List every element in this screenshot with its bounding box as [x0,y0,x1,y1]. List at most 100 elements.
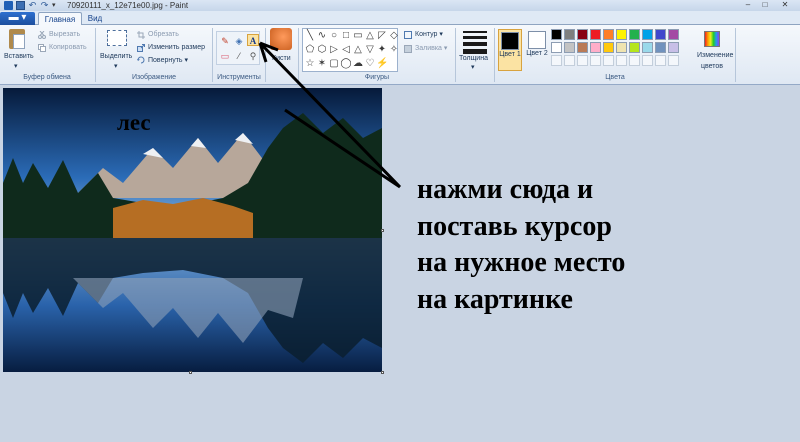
line-shape-icon[interactable]: ╲ [304,30,316,42]
palette-swatch[interactable] [655,42,666,53]
callout-oval-shape-icon[interactable]: ◯ [340,58,352,70]
palette-swatch[interactable] [655,29,666,40]
palette-swatch[interactable] [603,42,614,53]
palette-swatch[interactable] [642,29,653,40]
size-button[interactable]: Толщина [459,55,488,62]
paste-button[interactable]: Вставить [4,53,34,60]
select-button[interactable]: Выделить [100,53,132,60]
maximize-button[interactable]: □ [757,0,773,9]
palette-swatch[interactable] [668,29,679,40]
edit-colors-button[interactable]: Изменение цветов [697,29,733,71]
palette-swatch[interactable] [564,42,575,53]
lightning-shape-icon[interactable]: ⚡ [376,58,388,70]
fill-button[interactable]: Заливка ▾ [415,44,447,52]
resize-handle-right[interactable] [381,229,384,232]
select-dropdown-arrow[interactable]: ▾ [114,62,118,70]
color1-label: Цвет 1 [499,51,521,58]
resize-button[interactable]: Изменить размер [148,44,205,51]
tools-panel: ✎ ◈ A ▭ ⁄ ⚲ [216,31,260,65]
palette-swatch[interactable] [603,29,614,40]
oval-shape-icon[interactable]: ○ [328,30,340,42]
custom-color-slot[interactable] [590,55,601,66]
copy-button[interactable]: Копировать [49,44,87,51]
brush-icon[interactable] [270,28,292,50]
custom-color-slot[interactable] [655,55,666,66]
palette-swatch[interactable] [577,29,588,40]
palette-swatch[interactable] [590,29,601,40]
resize-handle-bottom[interactable] [189,371,192,374]
palette-swatch[interactable] [577,42,588,53]
save-icon[interactable] [16,1,25,10]
edit-colors-label: Изменение цветов [697,52,734,70]
up-arrow-shape-icon[interactable]: △ [352,44,364,56]
magnifier-icon[interactable]: ⚲ [247,50,259,62]
custom-color-slot[interactable] [577,55,588,66]
custom-color-slot[interactable] [668,55,679,66]
curve-shape-icon[interactable]: ∿ [316,30,328,42]
brushes-button[interactable]: Кисти [272,55,291,62]
five-point-star-shape-icon[interactable]: ✧ [388,44,400,56]
palette-swatch[interactable] [551,29,562,40]
custom-color-slot[interactable] [629,55,640,66]
diamond-shape-icon[interactable]: ◇ [388,30,400,42]
down-arrow-shape-icon[interactable]: ▽ [364,44,376,56]
palette-swatch[interactable] [616,42,627,53]
size-dropdown-arrow[interactable]: ▾ [471,63,475,71]
paste-icon[interactable] [9,29,25,49]
paste-dropdown-arrow[interactable]: ▾ [14,62,18,70]
pencil-icon[interactable]: ✎ [219,35,231,47]
pentagon-shape-icon[interactable]: ⬠ [304,44,316,56]
text-tool-icon[interactable]: A [247,34,259,46]
forest-lake-picture[interactable] [3,88,382,372]
palette-swatch[interactable] [642,42,653,53]
palette-swatch[interactable] [564,29,575,40]
redo-icon[interactable]: ↷ [40,1,49,10]
callout-rectangle-shape-icon[interactable]: ▢ [328,58,340,70]
canvas-area[interactable]: лес нажми сюда и поставь курсор на нужно… [0,86,800,442]
eraser-icon[interactable]: ▭ [219,50,231,62]
palette-swatch[interactable] [616,29,627,40]
polygon-shape-icon[interactable]: △ [364,30,376,42]
palette-swatch[interactable] [590,42,601,53]
color1-button[interactable]: Цвет 1 [498,29,522,71]
custom-color-slot[interactable] [551,55,562,66]
paint-menu-button[interactable]: ▬ ▾ [0,12,35,25]
palette-swatch[interactable] [668,42,679,53]
close-button[interactable]: ✕ [774,0,796,9]
undo-icon[interactable]: ↶ [28,1,37,10]
rotate-button[interactable]: Повернуть ▾ [148,56,188,64]
custom-color-slot[interactable] [603,55,614,66]
palette-swatch[interactable] [629,42,640,53]
tab-view[interactable]: Вид [84,12,106,26]
cloud-shape-icon[interactable]: ☁ [352,58,364,70]
palette-swatch[interactable] [629,29,640,40]
fill-bucket-icon[interactable]: ◈ [233,35,245,47]
right-triangle-shape-icon[interactable]: ◸ [376,30,388,42]
outline-button[interactable]: Контур ▾ [415,30,443,38]
color-picker-icon[interactable]: ⁄ [233,50,245,62]
six-point-star-shape-icon[interactable]: ✶ [316,58,328,70]
custom-color-slot[interactable] [642,55,653,66]
cut-button[interactable]: Вырезать [49,31,80,38]
color2-button[interactable]: Цвет 2 [525,29,549,71]
select-icon[interactable] [107,30,127,46]
hexagon-shape-icon[interactable]: ⬡ [316,44,328,56]
custom-color-slot[interactable] [564,55,575,66]
right-arrow-shape-icon[interactable]: ▷ [328,44,340,56]
four-point-star-shape-icon[interactable]: ✦ [376,44,388,56]
ribbon-tabs: ▬ ▾ Главная Вид [0,11,800,26]
star-shape-icon[interactable]: ☆ [304,58,316,70]
palette-swatch[interactable] [551,42,562,53]
paint-app-icon[interactable] [4,1,13,10]
resize-handle-corner[interactable] [381,371,384,374]
minimize-button[interactable]: – [740,0,756,9]
crop-button[interactable]: Обрезать [148,31,179,38]
tab-home[interactable]: Главная [38,12,82,26]
left-arrow-shape-icon[interactable]: ◁ [340,44,352,56]
custom-color-slot[interactable] [616,55,627,66]
line-thickness-icon[interactable] [463,31,487,54]
rounded-rectangle-shape-icon[interactable]: ▭ [352,30,364,42]
customize-toolbar-icon[interactable]: ▾ [52,1,61,10]
heart-shape-icon[interactable]: ♡ [364,58,376,70]
rectangle-shape-icon[interactable]: □ [340,30,352,42]
